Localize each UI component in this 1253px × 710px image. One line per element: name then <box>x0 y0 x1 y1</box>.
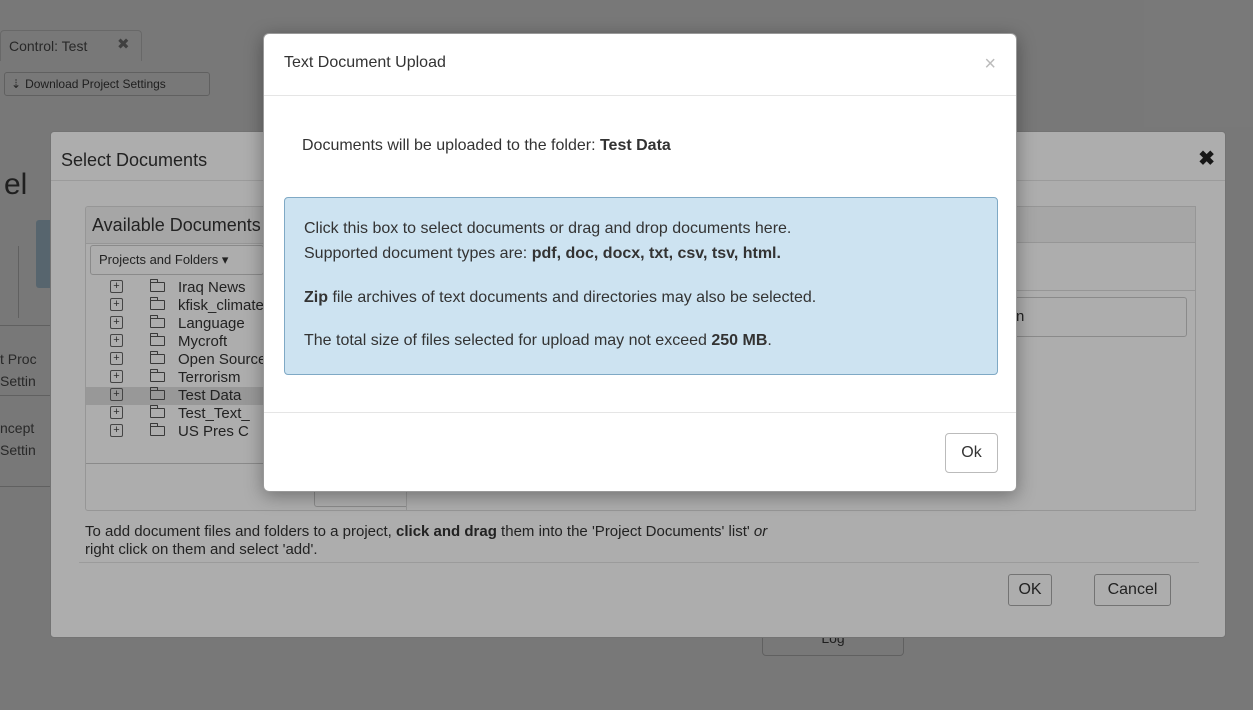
dropzone-text: . <box>767 332 772 349</box>
upload-destination: Documents will be uploaded to the folder… <box>302 137 671 155</box>
upload-modal-header: Text Document Upload × <box>264 34 1016 96</box>
dropzone-text: The total size of files selected for upl… <box>304 332 712 349</box>
ok-button[interactable]: Ok <box>945 433 998 473</box>
dropzone-instruction: Click this box to select documents or dr… <box>304 220 792 237</box>
upload-destination-folder: Test Data <box>599 137 671 154</box>
dropzone-zip-note: Zip file archives of text documents and … <box>304 289 816 307</box>
dropzone-supported-types: Supported document types are: pdf, doc, … <box>304 245 781 263</box>
upload-dropzone[interactable]: Click this box to select documents or dr… <box>284 197 998 375</box>
dropzone-text: Supported document types are: <box>304 245 532 262</box>
upload-modal-title: Text Document Upload <box>284 54 446 71</box>
dropzone-size-limit: 250 MB <box>711 332 768 349</box>
close-icon[interactable]: × <box>984 54 996 74</box>
upload-destination-text: Documents will be uploaded to the folder… <box>302 137 600 154</box>
upload-modal-footer-divider <box>264 412 1016 413</box>
dropzone-size-note: The total size of files selected for upl… <box>304 332 772 350</box>
text-document-upload-modal: Text Document Upload × Documents will be… <box>263 33 1017 492</box>
dropzone-zip-bold: Zip <box>304 289 328 306</box>
dropzone-text: file archives of text documents and dire… <box>328 289 817 306</box>
dropzone-types: pdf, doc, docx, txt, csv, tsv, html. <box>531 245 781 262</box>
